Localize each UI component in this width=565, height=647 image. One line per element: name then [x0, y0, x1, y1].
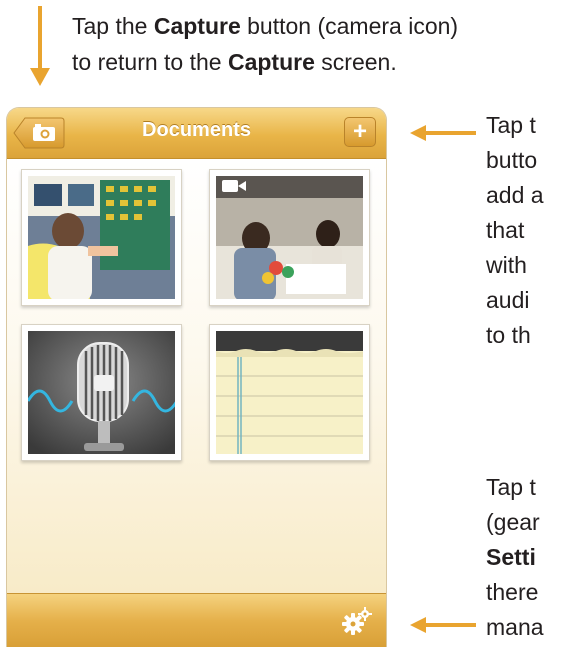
microphone-icon: [28, 331, 175, 454]
add-document-button[interactable]: +: [344, 117, 376, 147]
arrow-left-icon: [410, 617, 476, 633]
video-thumbnail: [216, 176, 363, 299]
add-instruction: Tap t butto add a that with audi to th: [486, 112, 544, 348]
settings-instruction: Tap t (gear Setti there mana: [486, 474, 544, 640]
page-title: Documents: [142, 119, 251, 141]
photo-thumbnail: [28, 176, 175, 299]
document-video[interactable]: [209, 169, 370, 306]
gear-icon[interactable]: [342, 607, 372, 635]
arrow-left-icon: [410, 125, 476, 141]
document-grid: [7, 159, 386, 593]
navigation-bar: Documents +: [7, 108, 386, 159]
arrow-down-icon: [30, 6, 50, 86]
document-note[interactable]: [209, 324, 370, 461]
notepad-icon: [216, 331, 363, 454]
bottom-toolbar: [7, 593, 386, 647]
document-audio[interactable]: [21, 324, 182, 461]
documents-screen: Documents +: [7, 108, 386, 647]
capture-instruction: Tap the Capture button (camera icon) to …: [72, 13, 459, 75]
document-photo[interactable]: [21, 169, 182, 306]
